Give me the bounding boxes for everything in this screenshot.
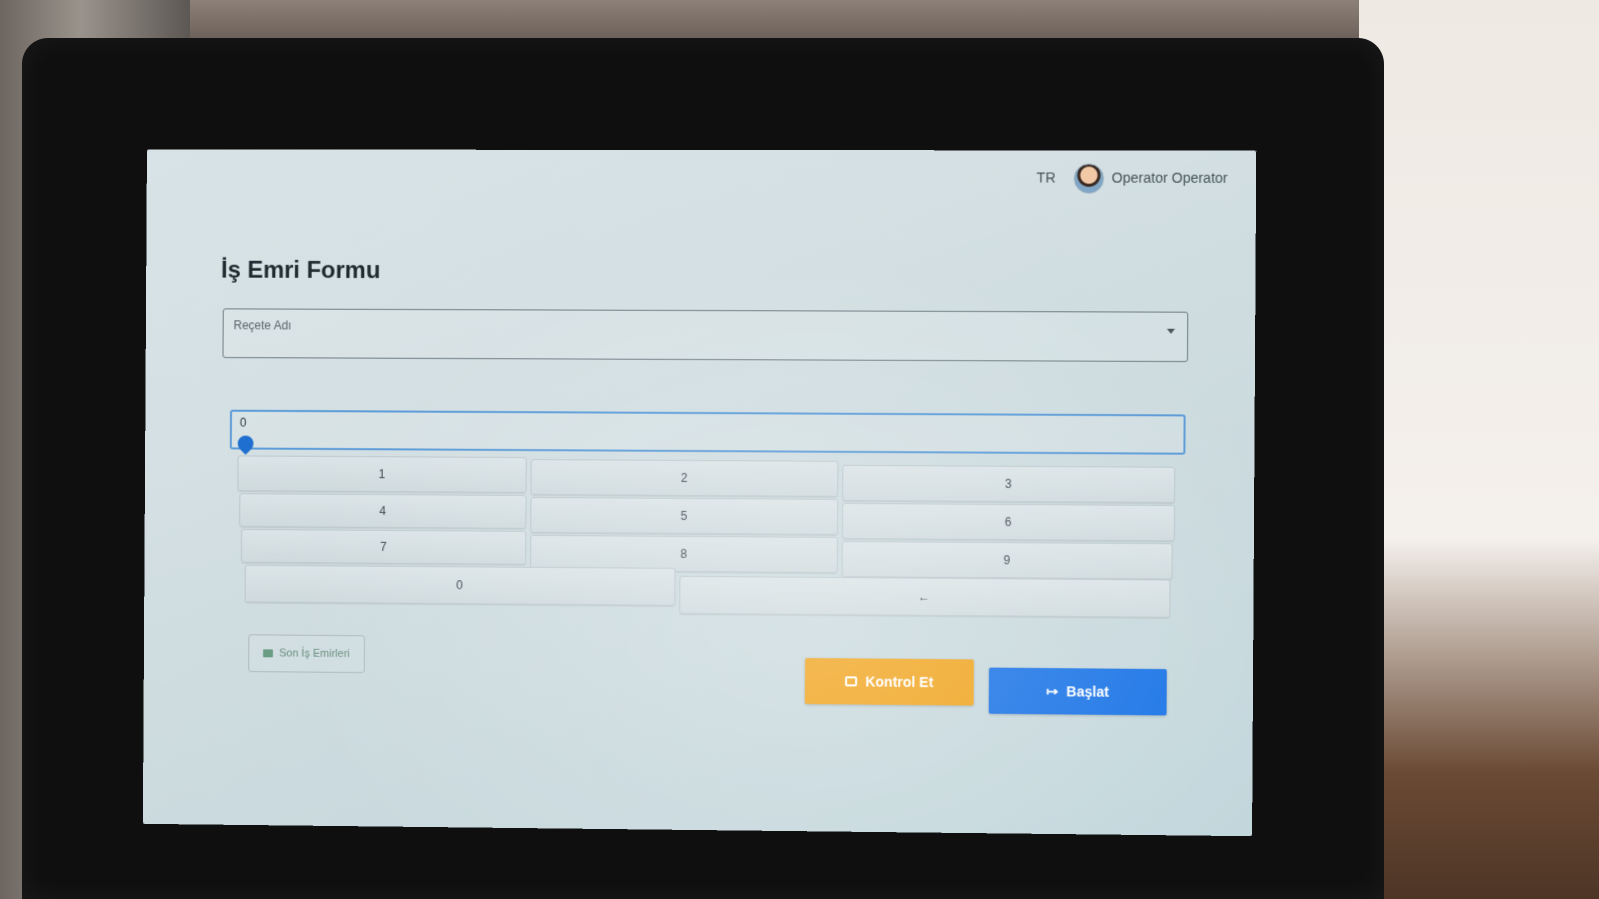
recipe-select-label: Reçete Adı [233,318,292,333]
key-3[interactable]: 3 [842,464,1176,504]
history-icon [263,649,274,658]
numeric-keypad: 1 2 3 4 5 6 7 8 9 0 ← [237,455,1176,623]
key-1[interactable]: 1 [237,455,527,493]
recent-work-orders-label: Son İş Emirleri [279,647,350,661]
check-button[interactable]: Kontrol Et [804,657,974,706]
start-button-label: Başlat [1066,683,1109,700]
backspace-key[interactable]: ← [679,575,1171,618]
user-name[interactable]: Operator Operator [1112,170,1228,186]
key-7[interactable]: 7 [240,528,527,565]
key-9[interactable]: 9 [841,541,1173,580]
language-selector[interactable]: TR [1037,169,1056,185]
recipe-select[interactable]: Reçete Adı [222,308,1189,363]
top-bar: TR Operator Operator [147,149,1257,203]
key-4[interactable]: 4 [239,493,527,529]
arrow-right-icon: ↦ [1046,682,1059,699]
text-cursor-handle-icon[interactable] [234,432,257,455]
key-5[interactable]: 5 [530,496,839,535]
key-0[interactable]: 0 [244,564,676,606]
chevron-down-icon[interactable] [1166,328,1176,334]
page-title: İş Emri Formu [220,256,381,285]
check-button-label: Kontrol Et [865,673,934,691]
user-avatar-icon[interactable] [1073,163,1105,194]
app-screen: TR Operator Operator İş Emri Formu Reçet… [142,149,1257,837]
key-6[interactable]: 6 [841,502,1175,542]
quantity-input[interactable]: 0 [229,409,1186,455]
background-wall-right [1359,0,1599,899]
start-button[interactable]: ↦ Başlat [988,667,1167,716]
quantity-value: 0 [239,415,247,430]
key-2[interactable]: 2 [530,459,839,497]
recent-work-orders-button[interactable]: Son İş Emirleri [248,634,365,674]
checklist-icon [845,676,858,687]
